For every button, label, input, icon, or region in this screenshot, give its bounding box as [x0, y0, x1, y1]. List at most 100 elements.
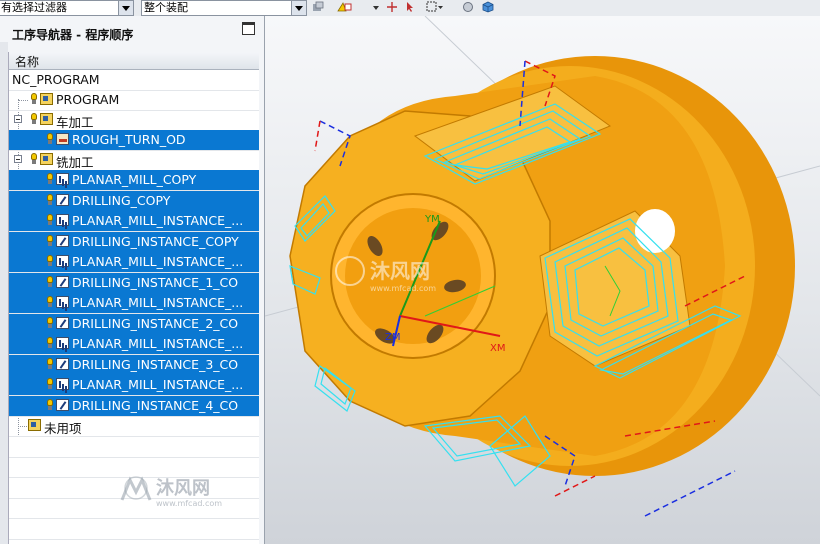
status-bulb-icon	[47, 296, 53, 308]
tree-row-label: DRILLING_INSTANCE_3_CO	[72, 357, 239, 372]
planar-mill-icon	[56, 337, 69, 349]
tree-row-operation[interactable]: DRILLING_INSTANCE_COPY	[9, 232, 259, 253]
resource-bar-strip	[0, 42, 8, 544]
tree-row-label: PLANAR_MILL_INSTANCE_...	[72, 213, 244, 228]
assembly-scope-value: 整个装配	[144, 1, 188, 14]
tree-row-label: 铣加工	[56, 155, 94, 170]
axis-label-xm: XM	[490, 343, 505, 354]
tree-row-label: PLANAR_MILL_INSTANCE_...	[72, 377, 244, 392]
graphics-viewport[interactable]: YM XM ZM 沐风网 www.mfcad.com	[265, 16, 820, 544]
planar-mill-icon	[56, 173, 69, 185]
navigator-title: 工序导航器 - 程序顺序	[12, 28, 134, 42]
watermark-url-viewport: www.mfcad.com	[370, 284, 436, 293]
tree-row-operation[interactable]: DRILLING_INSTANCE_2_CO	[9, 314, 259, 335]
view-orient-icon[interactable]	[462, 1, 474, 13]
status-bulb-icon	[47, 358, 53, 370]
tree-row-label: PLANAR_MILL_INSTANCE_...	[72, 295, 244, 310]
tree-row-nc-program[interactable]: NC_PROGRAM	[9, 70, 259, 91]
tree-row-operation[interactable]: PLANAR_MILL_INSTANCE_...	[9, 293, 259, 314]
drilling-icon	[56, 276, 69, 288]
tree-row-operation[interactable]: DRILLING_COPY	[9, 191, 259, 212]
snap-icon[interactable]	[312, 1, 324, 13]
top-toolbar: 有选择过滤器 整个装配	[0, 0, 820, 17]
drilling-icon	[56, 358, 69, 370]
part-model-canvas[interactable]: YM XM ZM 沐风网 www.mfcad.com	[265, 16, 820, 544]
watermark-brand: 沐风网	[156, 477, 210, 499]
tree-row-label: DRILLING_COPY	[72, 193, 171, 208]
empty-row	[9, 437, 259, 458]
collapse-icon[interactable]	[14, 155, 22, 163]
tree-row-milling-group[interactable]: 铣加工	[9, 150, 259, 171]
tree-row-label: DRILLING_INSTANCE_2_CO	[72, 316, 239, 331]
program-group-icon	[40, 93, 53, 105]
dropdown-arrow-icon[interactable]	[372, 1, 380, 13]
cube-icon[interactable]	[482, 1, 494, 13]
tree-row-unused-items[interactable]: 未用项	[9, 416, 259, 437]
drilling-icon	[56, 235, 69, 247]
turning-operation-icon	[56, 133, 69, 145]
program-group-icon	[40, 113, 53, 125]
cross-point-icon[interactable]	[386, 1, 398, 13]
planar-mill-icon	[56, 214, 69, 226]
planar-mill-icon	[56, 378, 69, 390]
planar-mill-icon	[56, 296, 69, 308]
tree-connector	[18, 100, 28, 101]
select-point-icon[interactable]	[336, 1, 356, 13]
operation-tree[interactable]: 名称 NC_PROGRAM PROGRAM 车加工 ROUGH_TURN_OD …	[8, 52, 259, 544]
axis-label-ym: YM	[424, 214, 440, 225]
status-bulb-icon	[47, 337, 53, 349]
watermark-brand-viewport: 沐风网	[370, 259, 430, 283]
pocket-opening	[635, 209, 675, 253]
collapse-icon[interactable]	[14, 115, 22, 123]
watermark-url: www.mfcad.com	[156, 499, 222, 508]
status-bulb-icon	[31, 153, 37, 165]
chevron-down-icon[interactable]	[118, 1, 133, 15]
tree-row-turning-group[interactable]: 车加工	[9, 110, 259, 131]
drilling-icon	[56, 317, 69, 329]
tree-row-operation[interactable]: DRILLING_INSTANCE_3_CO	[9, 355, 259, 376]
status-bulb-icon	[47, 173, 53, 185]
status-bulb-icon	[47, 235, 53, 247]
status-bulb-icon	[47, 133, 53, 145]
status-bulb-icon	[47, 317, 53, 329]
tree-row-label: PROGRAM	[56, 92, 120, 107]
tree-row-label: PLANAR_MILL_COPY	[72, 172, 197, 187]
maximize-icon[interactable]	[242, 22, 255, 35]
status-bulb-icon	[31, 93, 37, 105]
operation-navigator-panel: 工序导航器 - 程序顺序 名称 NC_PROGRAM PROGRAM 车加工 R…	[0, 16, 265, 544]
tree-row-operation[interactable]: DRILLING_INSTANCE_1_CO	[9, 273, 259, 294]
selection-filter-value: 有选择过滤器	[1, 1, 67, 14]
status-bulb-icon	[47, 255, 53, 267]
tree-row-operation[interactable]: PLANAR_MILL_INSTANCE_...	[9, 252, 259, 273]
status-bulb-icon	[47, 378, 53, 390]
tree-row-operation[interactable]: DRILLING_INSTANCE_4_CO	[9, 396, 259, 417]
drilling-icon	[56, 399, 69, 411]
cursor-icon[interactable]	[404, 1, 416, 13]
column-header-name[interactable]: 名称	[9, 52, 259, 70]
tree-row-operation[interactable]: PLANAR_MILL_INSTANCE_...	[9, 375, 259, 396]
tree-row-label: PLANAR_MILL_INSTANCE_...	[72, 336, 244, 351]
selection-filter-dropdown[interactable]: 有选择过滤器	[0, 0, 134, 16]
tree-connector	[18, 426, 27, 427]
assembly-scope-dropdown[interactable]: 整个装配	[141, 0, 307, 16]
program-group-icon	[40, 153, 53, 165]
selection-box-icon[interactable]	[426, 1, 444, 13]
tree-row-program[interactable]: PROGRAM	[9, 90, 259, 111]
tree-row-label: NC_PROGRAM	[12, 72, 100, 87]
tree-row-label: 车加工	[56, 115, 94, 130]
planar-mill-icon	[56, 255, 69, 267]
chevron-down-icon[interactable]	[291, 1, 306, 15]
tree-row-label: PLANAR_MILL_INSTANCE_...	[72, 254, 244, 269]
axis-label-zm: ZM	[385, 332, 400, 343]
tree-row-label: ROUGH_TURN_OD	[72, 132, 186, 147]
tree-row-operation[interactable]: PLANAR_MILL_INSTANCE_...	[9, 334, 259, 355]
column-header-label: 名称	[15, 55, 40, 69]
status-bulb-icon	[31, 113, 37, 125]
tree-row-operation[interactable]: PLANAR_MILL_INSTANCE_...	[9, 211, 259, 232]
empty-row	[9, 519, 259, 540]
tree-row-label: 未用项	[44, 421, 82, 436]
status-bulb-icon	[47, 276, 53, 288]
tree-row-rough-turn-od[interactable]: ROUGH_TURN_OD	[9, 130, 259, 151]
tree-row-operation[interactable]: PLANAR_MILL_COPY	[9, 170, 259, 191]
status-bulb-icon	[47, 399, 53, 411]
